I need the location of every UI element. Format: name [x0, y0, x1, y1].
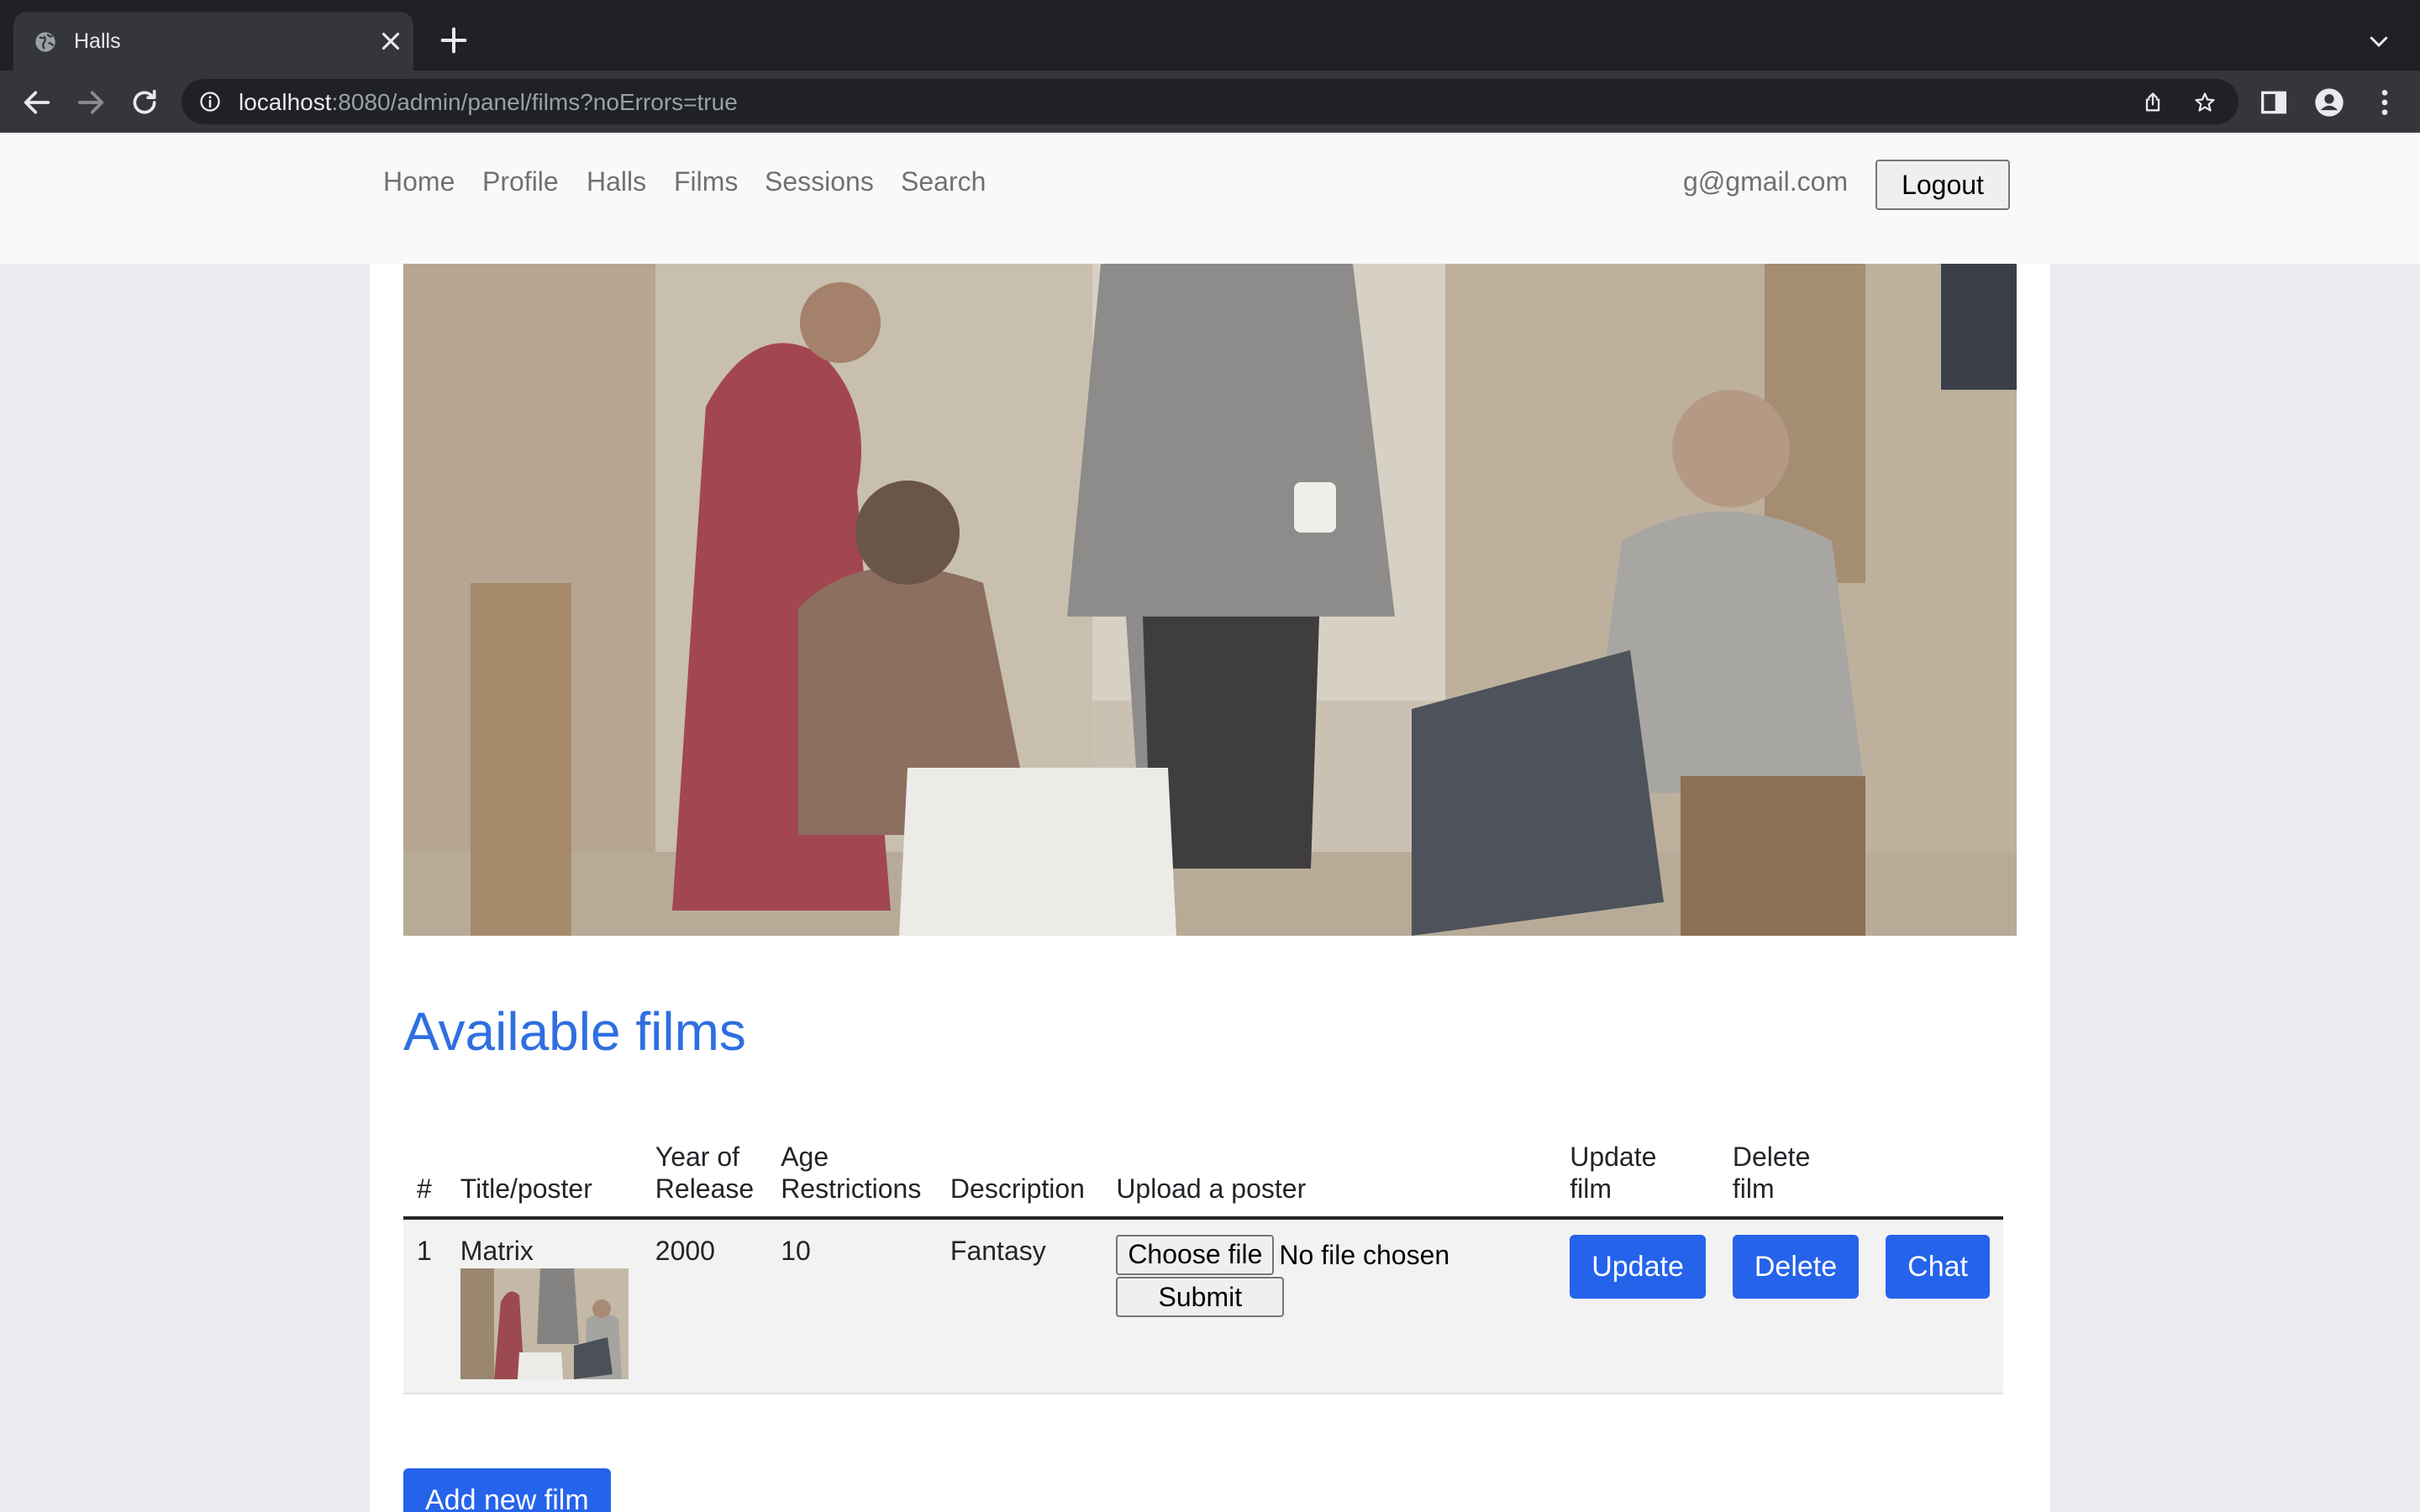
cell-delete: Delete	[1718, 1218, 1873, 1394]
more-vert-icon[interactable]	[2368, 86, 2402, 119]
share-icon[interactable]	[2141, 91, 2165, 114]
delete-film-button[interactable]: Delete	[1732, 1235, 1860, 1299]
col-header-delete: Delete film	[1718, 1141, 1873, 1220]
col-header-upload: Upload a poster	[1102, 1141, 1557, 1220]
user-email: g@gmail.com	[1683, 166, 1849, 197]
col-header-age: Age Restrictions	[767, 1141, 937, 1220]
add-new-film-button[interactable]: Add new film	[403, 1468, 611, 1512]
submit-poster-button[interactable]: Submit	[1116, 1277, 1285, 1317]
chat-button[interactable]: Chat	[1886, 1235, 1990, 1299]
col-header-description: Description	[936, 1141, 1103, 1220]
nav-link-halls[interactable]: Halls	[587, 165, 646, 198]
hero-image	[403, 264, 2017, 936]
nav-link-search[interactable]: Search	[901, 165, 986, 198]
url-path: :8080/admin/panel/films?noErrors=true	[331, 89, 738, 115]
close-icon[interactable]	[376, 27, 405, 55]
info-icon[interactable]	[198, 90, 222, 113]
side-panel-icon[interactable]	[2257, 86, 2291, 119]
cell-update: Update	[1556, 1218, 1719, 1394]
back-arrow-icon[interactable]	[20, 86, 54, 119]
globe-icon	[35, 32, 55, 52]
cell-description: Fantasy	[936, 1218, 1103, 1394]
forward-arrow-icon[interactable]	[74, 86, 108, 119]
cell-title-poster: Matrix	[446, 1218, 642, 1394]
profile-icon[interactable]	[2312, 86, 2346, 119]
col-header-year: Year of Release	[641, 1141, 768, 1220]
col-header-title: Title/poster	[446, 1141, 642, 1220]
chevron-down-icon[interactable]	[2366, 29, 2391, 54]
nav-link-profile[interactable]: Profile	[482, 165, 559, 198]
star-icon[interactable]	[2193, 91, 2217, 114]
film-title: Matrix	[460, 1236, 534, 1266]
cell-upload-poster: Choose file No file chosen Submit	[1102, 1218, 1557, 1394]
address-bar[interactable]: localhost:8080/admin/panel/films?noError…	[182, 79, 2238, 124]
table-header-row: # Title/poster Year of Release Age Restr…	[403, 1141, 2003, 1220]
browser-tab-strip: Halls	[0, 0, 2420, 71]
file-status-text: No file chosen	[1279, 1240, 1450, 1270]
browser-toolbar: localhost:8080/admin/panel/films?noError…	[0, 71, 2420, 133]
table-row: 1 Matrix 2000 10 Fantasy Choose file No …	[403, 1218, 2003, 1394]
nav-link-sessions[interactable]: Sessions	[765, 165, 874, 198]
nav-link-home[interactable]: Home	[383, 165, 455, 198]
url-text: localhost:8080/admin/panel/films?noError…	[239, 89, 738, 116]
films-table: # Title/poster Year of Release Age Restr…	[403, 1141, 2003, 1394]
logout-button[interactable]: Logout	[1876, 160, 2010, 210]
file-input[interactable]: Choose file No file chosen	[1116, 1235, 1543, 1275]
site-navbar: Home Profile Halls Films Sessions Search…	[0, 133, 2420, 264]
col-header-update: Update film	[1556, 1141, 1719, 1220]
main-content: Available films # Title/poster Year of R…	[370, 264, 2050, 1512]
cell-year: 2000	[641, 1218, 768, 1394]
page-title: Available films	[403, 1001, 746, 1062]
browser-tab[interactable]: Halls	[13, 12, 413, 71]
choose-file-button[interactable]: Choose file	[1116, 1235, 1275, 1275]
col-header-chat	[1872, 1141, 2003, 1220]
cell-age: 10	[767, 1218, 937, 1394]
reload-icon[interactable]	[128, 86, 161, 119]
col-header-number: #	[403, 1141, 447, 1220]
url-host: localhost	[239, 89, 332, 115]
nav-link-films[interactable]: Films	[674, 165, 738, 198]
plus-icon[interactable]	[437, 24, 471, 57]
cell-number: 1	[403, 1218, 447, 1394]
update-film-button[interactable]: Update	[1570, 1235, 1706, 1299]
film-poster-thumbnail	[460, 1268, 629, 1379]
tab-title: Halls	[74, 29, 121, 53]
cell-chat: Chat	[1872, 1218, 2003, 1394]
